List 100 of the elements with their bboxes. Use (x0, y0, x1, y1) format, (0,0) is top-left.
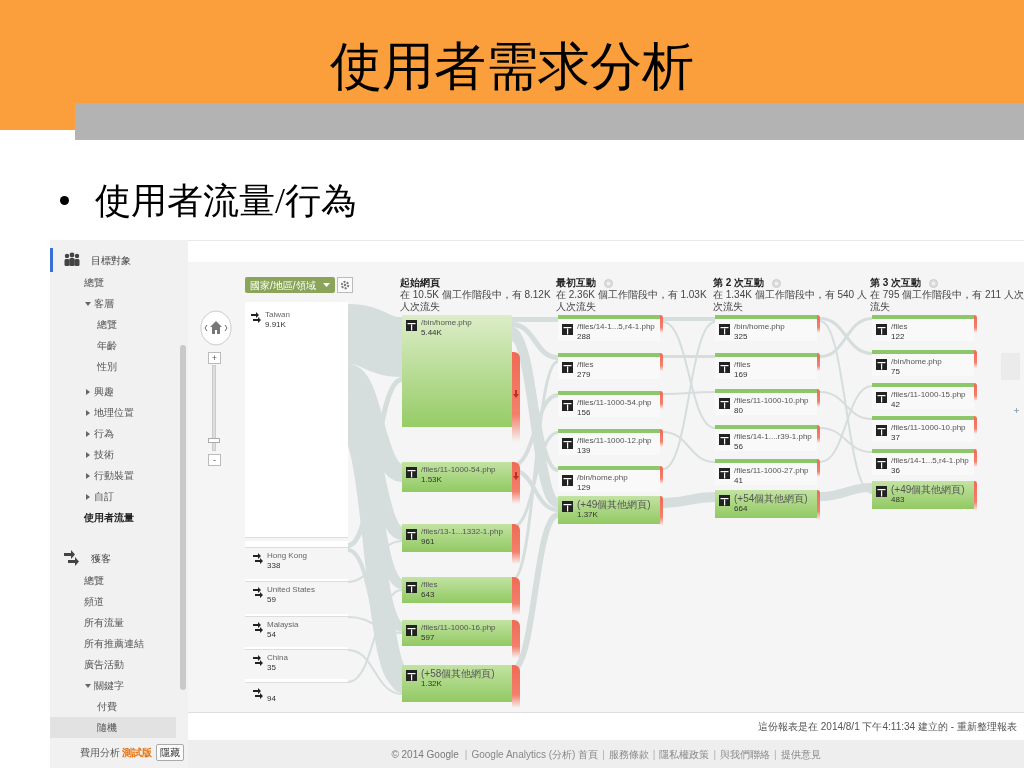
page-node[interactable]: /files/11-1000-15.php 42 (872, 383, 974, 409)
sidebar-item[interactable]: 所有流量 (50, 612, 176, 633)
page-node[interactable]: /files/11-1000-10.php 37 (872, 416, 974, 442)
sidebar-item[interactable]: 客層 (50, 293, 176, 314)
scrollbar[interactable] (180, 345, 186, 690)
node-label: /files (421, 580, 438, 590)
dropoff-bar[interactable] (817, 353, 820, 371)
node-value: 5.44K (421, 328, 443, 338)
sidebar-item[interactable]: 頻道 (50, 591, 176, 612)
sidebar-item[interactable]: 費用分析 (80, 742, 120, 763)
page-node[interactable]: /files 643 (402, 577, 512, 603)
dropoff-bar[interactable] (974, 449, 977, 467)
column-title: 第 2 次互動 (713, 277, 765, 289)
page-node[interactable]: /files/11-1000-27.php 41 (715, 459, 817, 485)
source-bar[interactable] (245, 541, 348, 548)
dropoff-bar[interactable] (512, 665, 520, 708)
dropoff-bar[interactable] (817, 459, 820, 477)
sidebar-item[interactable]: 年齡 (50, 335, 176, 356)
page-node[interactable]: /files/14-1...5,r4-1.php 288 (558, 315, 660, 341)
page-node[interactable]: (+49個其他網頁) 483 (872, 481, 974, 509)
page-node[interactable]: /files 279 (558, 353, 660, 379)
dropoff-bar[interactable] (817, 425, 820, 443)
settings-button[interactable] (337, 277, 353, 293)
page-icon (876, 486, 887, 497)
circle-icon (929, 278, 939, 288)
arrows-icon (253, 587, 263, 598)
page-node[interactable]: /files/11-1000-54.php 156 (558, 391, 660, 417)
page-node[interactable]: /bin/home.php 5.44K (402, 315, 512, 427)
sidebar-item[interactable]: 隨機 (50, 717, 176, 738)
dropoff-bar[interactable] (660, 315, 663, 333)
page-node[interactable]: /files/11-1000-10.php 80 (715, 389, 817, 415)
sidebar-item[interactable]: 性別 (50, 356, 176, 377)
sidebar-item[interactable]: 興趣 (50, 381, 176, 402)
node-value: 42 (891, 400, 901, 410)
page-icon (719, 495, 730, 506)
zoom-thumb[interactable] (208, 438, 220, 443)
dropoff-bar[interactable] (974, 481, 977, 511)
sidebar-item[interactable]: 自訂 (50, 486, 176, 507)
node-label: /files (577, 360, 594, 370)
dropoff-bar[interactable] (817, 490, 820, 520)
dropoff-bar[interactable] (512, 462, 520, 504)
node-label: (+58個其他網頁) (421, 668, 495, 679)
node-value: 325 (734, 332, 749, 342)
dropoff-bar[interactable] (660, 429, 663, 447)
dropoff-bar[interactable] (974, 416, 977, 434)
page-node[interactable]: /bin/home.php 75 (872, 350, 974, 376)
page-node[interactable]: /files/11-1000-54.php 1.53K (402, 462, 512, 492)
sidebar-item[interactable]: 付費 (50, 696, 176, 717)
dropoff-bar[interactable] (660, 391, 663, 409)
sidebar-item[interactable]: 關鍵字 (50, 675, 176, 696)
page-node[interactable]: /bin/home.php 325 (715, 315, 817, 341)
sidebar-item[interactable]: 總覽 (50, 314, 176, 335)
sidebar-item[interactable]: 廣告活動 (50, 654, 176, 675)
dropoff-bar[interactable] (512, 524, 520, 564)
page-icon (406, 320, 417, 331)
dropoff-bar[interactable] (660, 496, 663, 526)
node-value: 643 (421, 590, 436, 600)
page-node[interactable]: /files 122 (872, 315, 974, 341)
sidebar-item[interactable]: 總覽 (50, 570, 176, 591)
sidebar-item[interactable]: 總覽 (50, 272, 176, 293)
dropoff-bar[interactable] (817, 389, 820, 407)
page-node[interactable]: /files 169 (715, 353, 817, 379)
dropoff-bar[interactable] (512, 352, 520, 442)
sidebar-item[interactable]: 行為 (50, 423, 176, 444)
zoom-in-button[interactable]: + (208, 352, 221, 364)
page-node[interactable]: (+58個其他網頁) 1.32K (402, 665, 512, 702)
page-node[interactable]: /files/13-1...1332-1.php 961 (402, 524, 512, 552)
node-label: /bin/home.php (577, 473, 628, 483)
dropoff-bar[interactable] (974, 315, 977, 333)
people-icon (63, 252, 81, 268)
page-node[interactable]: (+54個其他網頁) 664 (715, 490, 817, 518)
dropoff-bar[interactable] (512, 577, 520, 615)
dropoff-bar[interactable] (512, 620, 520, 658)
sidebar-item[interactable]: 技術 (50, 444, 176, 465)
copyright-text: © 2014 Google (391, 747, 459, 762)
node-value: 36 (891, 466, 901, 476)
dropoff-bar[interactable] (660, 466, 663, 484)
page-node[interactable]: /files/11-1000-12.php 139 (558, 429, 660, 455)
source-node[interactable]: Taiwan 9.91K (245, 302, 348, 538)
dropoff-bar[interactable] (974, 383, 977, 401)
page-node[interactable]: /files/11-1000-16.php 597 (402, 620, 512, 646)
dropoff-bar[interactable] (660, 353, 663, 371)
sidebar-item[interactable]: 地理位置 (50, 402, 176, 423)
node-label: /files (891, 322, 908, 332)
page-node[interactable]: /bin/home.php 129 (558, 466, 660, 492)
dropoff-bar[interactable] (974, 350, 977, 368)
zoom-out-button[interactable]: - (208, 454, 221, 466)
page-icon (876, 458, 887, 469)
pan-control[interactable] (200, 310, 232, 346)
hide-button[interactable]: 隱藏 (156, 744, 184, 761)
sidebar-item[interactable]: 使用者流量 (50, 507, 176, 528)
refresh-link[interactable]: 重新整理報表 (957, 719, 1017, 734)
sidebar-item[interactable]: 所有推薦連結 (50, 633, 176, 654)
page-icon (562, 501, 573, 512)
page-node[interactable]: /files/14-1...5,r4-1.php 36 (872, 449, 974, 475)
sidebar-section[interactable]: 獲客 (50, 546, 188, 570)
sidebar-item[interactable]: 行動裝置 (50, 465, 176, 486)
page-node[interactable]: /files/14-1....r39-1.php 56 (715, 425, 817, 451)
dropoff-bar[interactable] (817, 315, 820, 333)
page-node[interactable]: (+49個其他網頁) 1.37K (558, 496, 660, 524)
